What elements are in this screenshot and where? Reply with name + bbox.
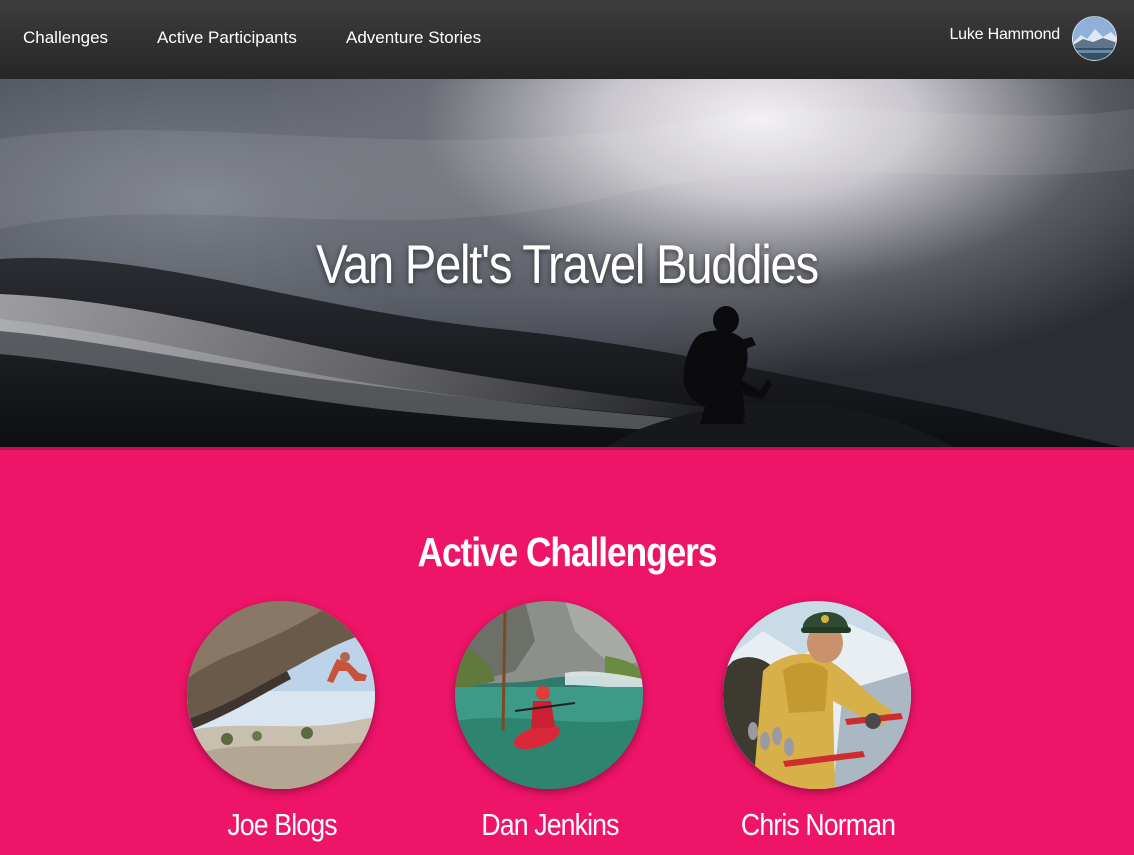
- mountain-lake-avatar-icon: [1073, 17, 1116, 60]
- challenger-card-joe-blogs[interactable]: Joe Blogs: [187, 601, 377, 842]
- challenger-photo[interactable]: [187, 601, 375, 789]
- hero-divider: [0, 447, 1134, 450]
- kayaker-photo: [455, 601, 643, 789]
- challenger-card-chris-norman[interactable]: Chris Norman: [723, 601, 913, 842]
- challenger-name[interactable]: Joe Blogs: [166, 807, 398, 843]
- challenger-photo[interactable]: [723, 601, 911, 789]
- rock-climber-photo: [187, 601, 375, 789]
- nav-link-adventure-stories[interactable]: Adventure Stories: [346, 28, 481, 48]
- challenger-name[interactable]: Dan Jenkins: [434, 807, 666, 843]
- user-avatar[interactable]: [1072, 16, 1117, 61]
- user-name[interactable]: Luke Hammond: [949, 26, 1060, 44]
- challenger-card-dan-jenkins[interactable]: Dan Jenkins: [455, 601, 645, 842]
- top-navbar: Challenges Active Participants Adventure…: [0, 0, 1134, 79]
- nav-link-active-participants[interactable]: Active Participants: [157, 28, 297, 48]
- hero-title: Van Pelt's Travel Buddies: [316, 233, 819, 295]
- section-title-active-challengers: Active Challengers: [417, 529, 718, 575]
- challenger-photo[interactable]: [455, 601, 643, 789]
- hero-banner: Van Pelt's Travel Buddies: [0, 79, 1134, 450]
- nav-link-challenges[interactable]: Challenges: [23, 28, 108, 48]
- mountaineer-photo: [723, 601, 911, 789]
- challenger-name[interactable]: Chris Norman: [702, 807, 934, 843]
